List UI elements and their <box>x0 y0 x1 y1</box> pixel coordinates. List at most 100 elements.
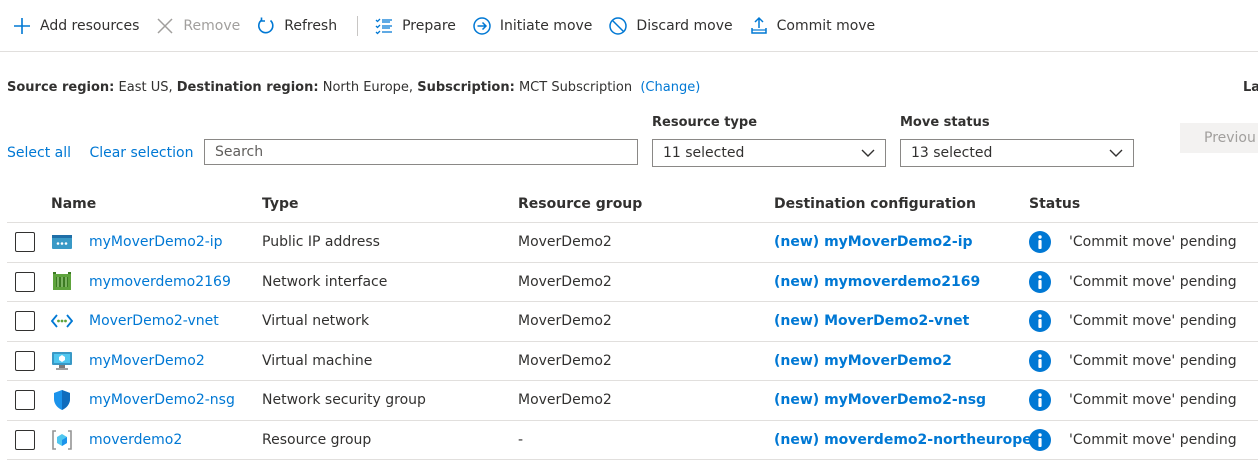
truncated-text: La <box>1243 80 1258 95</box>
add-resources-label: Add resources <box>40 17 140 34</box>
info-icon <box>1029 231 1051 254</box>
resource-type: Virtual machine <box>262 352 373 369</box>
header-name[interactable]: Name <box>51 196 96 212</box>
chevron-down-icon <box>1109 149 1123 157</box>
status-text: 'Commit move' pending <box>1069 431 1237 448</box>
command-bar: Add resources Remove Refresh Prepare Ini… <box>0 0 1258 52</box>
resource-type: Virtual network <box>262 313 370 330</box>
resource-group-value: MoverDemo2 <box>518 313 612 330</box>
initiate-move-label: Initiate move <box>499 17 593 34</box>
resource-name-link[interactable]: myMoverDemo2 <box>89 353 205 369</box>
row-checkbox[interactable] <box>15 390 35 411</box>
resource-group-value: MoverDemo2 <box>518 392 612 409</box>
destination-config-link[interactable]: (new) myMoverDemo2-nsg <box>774 392 986 408</box>
toolbar-divider <box>357 15 359 36</box>
resource-type: Resource group <box>262 431 372 448</box>
remove-label: Remove <box>183 17 241 34</box>
status-text: 'Commit move' pending <box>1069 273 1237 290</box>
resource-type-dropdown[interactable]: 11 selected <box>652 139 886 167</box>
resource-type-value: 11 selected <box>663 145 745 161</box>
move-status-value: 13 selected <box>911 145 993 161</box>
previous-button[interactable]: Previou <box>1180 123 1258 153</box>
header-type[interactable]: Type <box>262 196 299 212</box>
table-row[interactable]: MoverDemo2-vnet Virtual network MoverDem… <box>7 302 1258 342</box>
resource-type: Network security group <box>262 392 426 409</box>
region-summary: Source region: East US, Destination regi… <box>7 80 700 95</box>
close-icon <box>157 17 173 34</box>
table-row[interactable]: myMoverDemo2-nsg Network security group … <box>7 381 1258 421</box>
info-icon <box>1029 349 1051 372</box>
resource-name-link[interactable]: myMoverDemo2-ip <box>89 234 223 250</box>
resource-type: Public IP address <box>262 234 380 251</box>
refresh-button[interactable]: Refresh <box>256 16 337 36</box>
status-text: 'Commit move' pending <box>1069 313 1237 330</box>
status-text: 'Commit move' pending <box>1069 352 1237 369</box>
header-resource-group[interactable]: Resource group <box>518 196 642 212</box>
status-text: 'Commit move' pending <box>1069 234 1237 251</box>
source-region-value: East US, <box>118 80 173 95</box>
row-checkbox[interactable] <box>15 271 35 292</box>
resource-group-value: MoverDemo2 <box>518 273 612 290</box>
commit-move-button[interactable]: Commit move <box>749 16 876 36</box>
resource-group-value: MoverDemo2 <box>518 352 612 369</box>
selection-links: Select all Clear selection <box>7 145 207 161</box>
destination-config-link[interactable]: (new) MoverDemo2-vnet <box>774 313 969 329</box>
destination-config-link[interactable]: (new) mymoverdemo2169 <box>774 274 980 290</box>
discard-move-button[interactable]: Discard move <box>608 16 733 36</box>
destination-config-link[interactable]: (new) moverdemo2-northeurope <box>774 432 1032 448</box>
grid-header: Name Type Resource group Destination con… <box>7 186 1258 223</box>
commit-move-label: Commit move <box>776 17 876 34</box>
row-checkbox[interactable] <box>15 232 35 253</box>
resource-name-link[interactable]: MoverDemo2-vnet <box>89 313 219 329</box>
discard-move-label: Discard move <box>636 17 733 34</box>
chevron-down-icon <box>861 149 875 157</box>
clear-selection-link[interactable]: Clear selection <box>89 145 193 161</box>
virtual-network-icon <box>51 314 73 328</box>
info-icon <box>1029 270 1051 293</box>
block-icon <box>609 16 628 35</box>
info-icon <box>1029 428 1051 451</box>
initiate-move-button[interactable]: Initiate move <box>472 16 593 36</box>
destination-region-label: Destination region: <box>176 80 319 95</box>
select-all-link[interactable]: Select all <box>7 145 71 161</box>
move-status-label: Move status <box>900 115 990 130</box>
subscription-value: MCT Subscription <box>518 80 633 95</box>
upload-tray-icon <box>750 16 767 34</box>
checklist-icon <box>375 18 393 34</box>
resource-name-link[interactable]: moverdemo2 <box>89 432 182 448</box>
row-checkbox[interactable] <box>15 311 35 332</box>
table-row[interactable]: myMoverDemo2-ip Public IP address MoverD… <box>7 223 1258 263</box>
destination-config-link[interactable]: (new) myMoverDemo2 <box>774 353 952 369</box>
table-row[interactable]: myMoverDemo2 Virtual machine MoverDemo2 … <box>7 342 1258 381</box>
resource-name-link[interactable]: mymoverdemo2169 <box>89 274 231 290</box>
plus-icon <box>14 17 30 34</box>
subscription-label: Subscription: <box>417 80 515 95</box>
change-link[interactable]: (Change) <box>640 80 700 95</box>
virtual-machine-icon <box>52 351 72 370</box>
table-row[interactable]: moverdemo2 Resource group - (new) moverd… <box>7 421 1258 460</box>
search-input[interactable] <box>204 139 638 165</box>
row-checkbox[interactable] <box>15 429 35 450</box>
remove-button[interactable]: Remove <box>155 16 240 36</box>
nsg-shield-icon <box>54 390 70 411</box>
resources-grid: Name Type Resource group Destination con… <box>7 186 1258 460</box>
network-interface-icon <box>53 271 71 290</box>
info-icon <box>1029 389 1051 412</box>
resource-name-link[interactable]: myMoverDemo2-nsg <box>89 392 235 408</box>
row-checkbox[interactable] <box>15 350 35 371</box>
move-status-dropdown[interactable]: 13 selected <box>900 139 1134 167</box>
refresh-icon <box>258 17 274 33</box>
table-row[interactable]: mymoverdemo2169 Network interface MoverD… <box>7 263 1258 302</box>
status-text: 'Commit move' pending <box>1069 392 1237 409</box>
prepare-button[interactable]: Prepare <box>374 16 456 36</box>
arrow-circle-icon <box>473 16 491 35</box>
resource-type: Network interface <box>262 273 388 290</box>
destination-config-link[interactable]: (new) myMoverDemo2-ip <box>774 234 973 250</box>
resource-group-icon <box>52 429 72 450</box>
prepare-label: Prepare <box>402 17 456 34</box>
resource-group-value: MoverDemo2 <box>518 234 612 251</box>
add-resources-button[interactable]: Add resources <box>12 16 139 36</box>
header-status[interactable]: Status <box>1029 196 1080 212</box>
info-icon <box>1029 310 1051 333</box>
header-destination[interactable]: Destination configuration <box>774 196 976 212</box>
